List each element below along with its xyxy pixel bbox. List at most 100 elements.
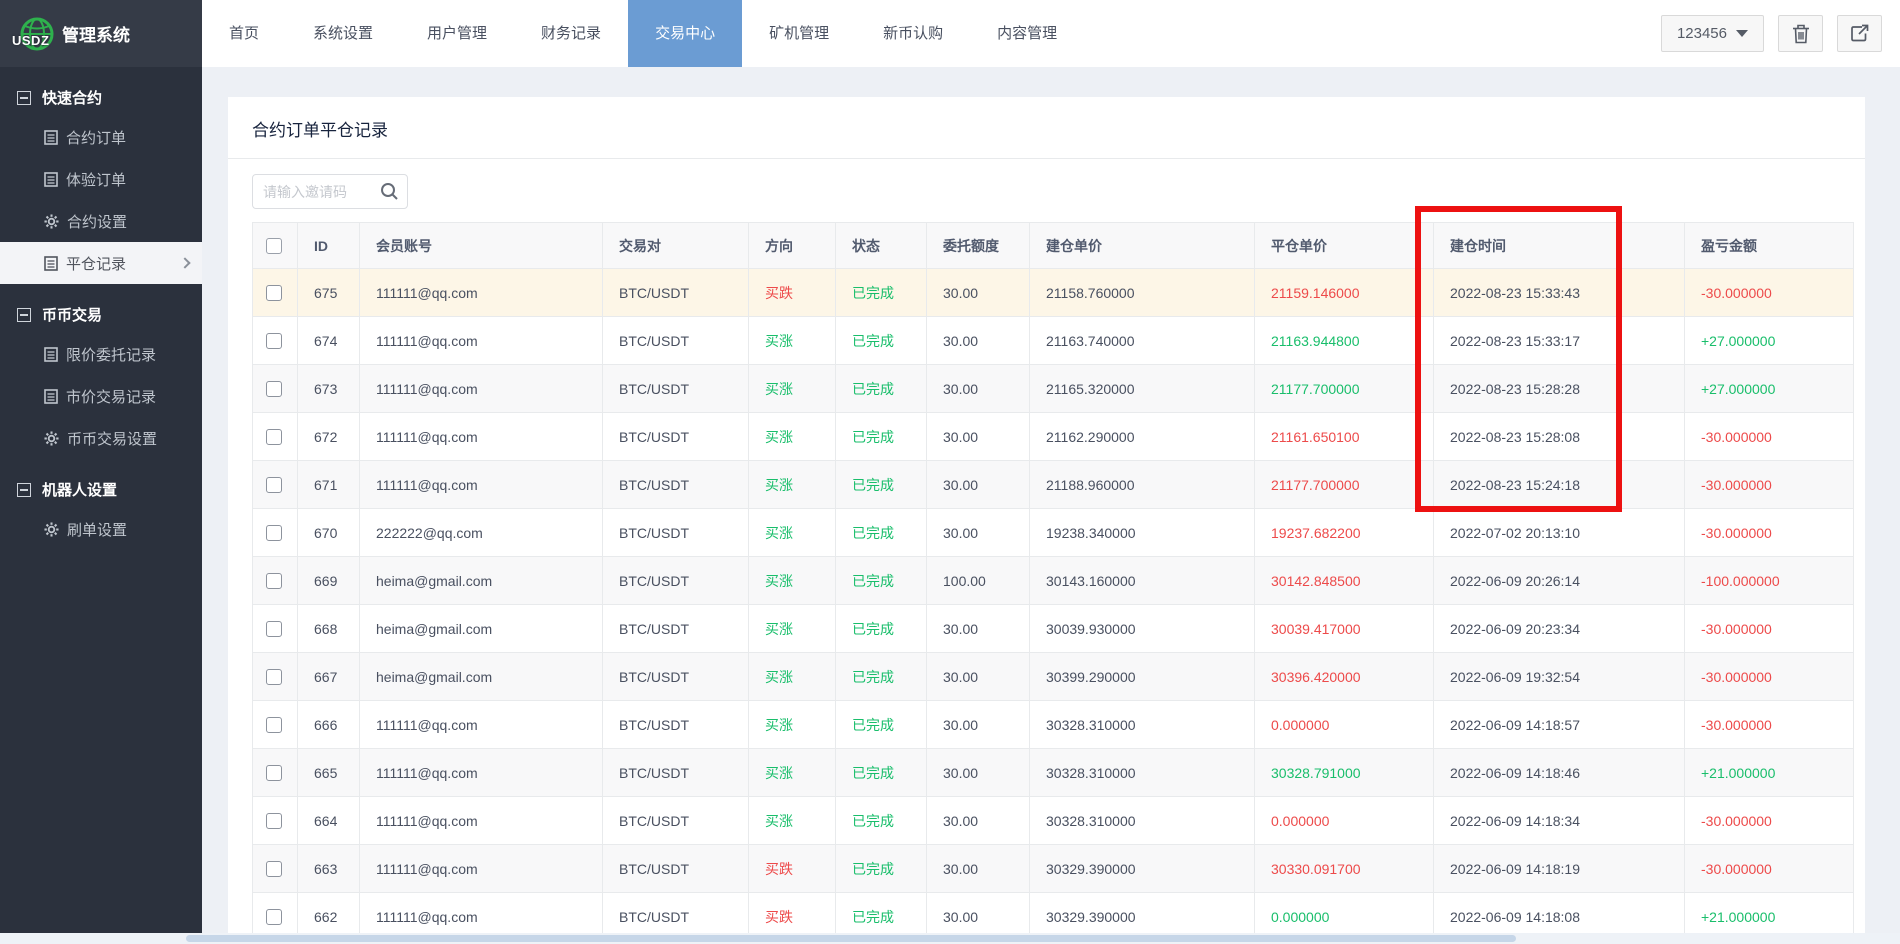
column-header-0: ID [297, 222, 360, 269]
row-checkbox[interactable] [266, 285, 282, 302]
cell-pair: BTC/USDT [602, 508, 749, 557]
cell-pair: BTC/USDT [602, 412, 749, 461]
cell-pair: BTC/USDT [602, 268, 749, 317]
cell-pair: BTC/USDT [602, 844, 749, 893]
cell-direction: 买涨 [748, 364, 836, 413]
cell-account: 111111@qq.com [359, 412, 603, 461]
cell-open_time: 2022-06-09 20:26:14 [1433, 556, 1685, 605]
sidebar-item-2-0[interactable]: 刷单设置 [0, 508, 202, 550]
cell-open_price: 21162.290000 [1029, 412, 1255, 461]
column-header-6: 建仓单价 [1029, 222, 1255, 269]
cell-amount: 30.00 [926, 748, 1030, 797]
nav-item-4[interactable]: 交易中心 [628, 0, 743, 67]
horizontal-scrollbar-thumb[interactable] [186, 935, 1516, 942]
cell-direction: 买涨 [748, 652, 836, 701]
row-checkbox[interactable] [266, 429, 282, 446]
gear-icon [44, 213, 59, 229]
cell-open_price: 30328.310000 [1029, 700, 1255, 749]
cell-close_price: 30396.420000 [1254, 652, 1434, 701]
cell-id: 665 [297, 748, 360, 797]
cell-amount: 100.00 [926, 556, 1030, 605]
user-menu-button[interactable]: 123456 [1660, 15, 1764, 52]
cell-status: 已完成 [835, 556, 927, 605]
row-checkbox[interactable] [266, 717, 282, 734]
sidebar-item-0-3[interactable]: 平仓记录 [0, 242, 202, 284]
select-all-checkbox[interactable] [266, 238, 282, 255]
sidebar-item-0-1[interactable]: 体验订单 [0, 158, 202, 200]
table-row: 666 111111@qq.com BTC/USDT 买涨 已完成 30.00 30328.… [252, 700, 1854, 749]
cell-direction: 买涨 [748, 556, 836, 605]
cell-amount: 30.00 [926, 604, 1030, 653]
list-icon [44, 346, 58, 362]
list-icon [44, 388, 58, 404]
cell-open_time: 2022-08-23 15:33:43 [1433, 268, 1685, 317]
cell-open_time: 2022-07-02 20:13:10 [1433, 508, 1685, 557]
row-checkbox[interactable] [266, 909, 282, 926]
cell-direction: 买跌 [748, 268, 836, 317]
nav-item-7[interactable]: 内容管理 [970, 0, 1084, 67]
sidebar-item-1-1[interactable]: 市价交易记录 [0, 375, 202, 417]
row-checkbox[interactable] [266, 477, 282, 494]
nav-item-3[interactable]: 财务记录 [514, 0, 628, 67]
search-icon[interactable] [380, 182, 399, 204]
sidebar-section-title-2[interactable]: 机器人设置 [0, 459, 202, 508]
sidebar: 快速合约 合约订单 体验订单 合约设置 平仓记录 币币交易 限价委托记录 市价交易记录 币币交易… [0, 67, 202, 933]
row-checkbox[interactable] [266, 669, 282, 686]
cell-pair: BTC/USDT [602, 556, 749, 605]
row-checkbox[interactable] [266, 381, 282, 398]
row-checkbox[interactable] [266, 333, 282, 350]
row-checkbox[interactable] [266, 861, 282, 878]
cell-pnl: -30.000000 [1684, 268, 1854, 317]
cell-status: 已完成 [835, 508, 927, 557]
cell-status: 已完成 [835, 652, 927, 701]
trash-button[interactable] [1778, 15, 1823, 52]
page-title: 合约订单平仓记录 [228, 97, 1865, 159]
sidebar-item-1-2[interactable]: 币币交易设置 [0, 417, 202, 459]
cell-amount: 30.00 [926, 844, 1030, 893]
cell-close_price: 21161.650100 [1254, 412, 1434, 461]
column-header-3: 方向 [748, 222, 836, 269]
cell-pnl: -30.000000 [1684, 460, 1854, 509]
column-header-4: 状态 [835, 222, 927, 269]
cell-id: 675 [297, 268, 360, 317]
cell-open_time: 2022-06-09 19:32:54 [1433, 652, 1685, 701]
row-checkbox[interactable] [266, 813, 282, 830]
cell-id: 670 [297, 508, 360, 557]
logout-button[interactable] [1837, 15, 1882, 52]
nav-item-0[interactable]: 首页 [202, 0, 286, 67]
sidebar-item-0-0[interactable]: 合约订单 [0, 116, 202, 158]
sidebar-section-title-0[interactable]: 快速合约 [0, 67, 202, 116]
row-checkbox[interactable] [266, 573, 282, 590]
cell-direction: 买涨 [748, 796, 836, 845]
sidebar-item-0-2[interactable]: 合约设置 [0, 200, 202, 242]
table-row: 674 111111@qq.com BTC/USDT 买涨 已完成 30.00 21163.… [252, 316, 1854, 365]
nav-item-1[interactable]: 系统设置 [286, 0, 400, 67]
cell-account: 222222@qq.com [359, 508, 603, 557]
collapse-icon [17, 307, 31, 322]
cell-open_price: 30328.310000 [1029, 796, 1255, 845]
cell-open_price: 30329.390000 [1029, 844, 1255, 893]
sidebar-item-1-0[interactable]: 限价委托记录 [0, 333, 202, 375]
cell-amount: 30.00 [926, 652, 1030, 701]
table-row: 663 111111@qq.com BTC/USDT 买跌 已完成 30.00 30329.… [252, 844, 1854, 893]
gear-icon [44, 521, 59, 537]
cell-account: 111111@qq.com [359, 460, 603, 509]
nav-item-2[interactable]: 用户管理 [400, 0, 514, 67]
cell-account: heima@gmail.com [359, 604, 603, 653]
cell-close_price: 30328.791000 [1254, 748, 1434, 797]
cell-amount: 30.00 [926, 268, 1030, 317]
sidebar-section-title-1[interactable]: 币币交易 [0, 284, 202, 333]
row-checkbox[interactable] [266, 525, 282, 542]
cell-open_time: 2022-06-09 14:18:57 [1433, 700, 1685, 749]
nav-item-6[interactable]: 新币认购 [856, 0, 970, 67]
row-checkbox[interactable] [266, 765, 282, 782]
export-icon [1851, 24, 1869, 42]
cell-direction: 买涨 [748, 748, 836, 797]
orders-table: ID 会员账号 交易对 方向 状态 委托额度 建仓单价 平仓单价 建仓时间 盈亏金额 675 111… [252, 222, 1854, 941]
row-checkbox[interactable] [266, 621, 282, 638]
cell-open_time: 2022-06-09 20:23:34 [1433, 604, 1685, 653]
cell-status: 已完成 [835, 412, 927, 461]
cell-open_price: 19238.340000 [1029, 508, 1255, 557]
nav-item-5[interactable]: 矿机管理 [742, 0, 856, 67]
list-icon [44, 255, 58, 271]
